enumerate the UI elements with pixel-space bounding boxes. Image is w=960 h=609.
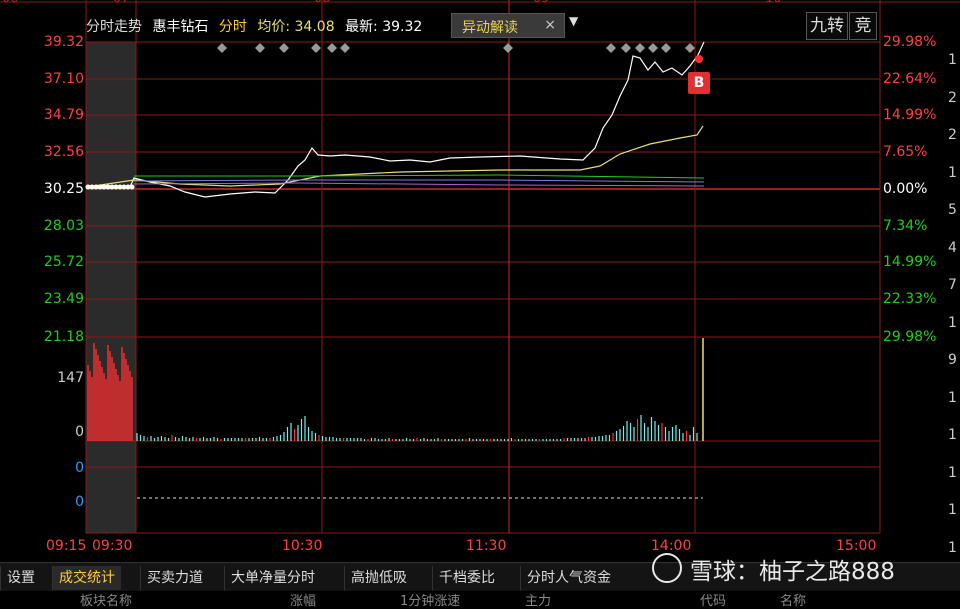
auction-button[interactable]: 竞: [849, 12, 877, 40]
price-tick-label: 37.10: [43, 71, 84, 87]
close-icon[interactable]: ×: [544, 17, 556, 33]
watermark: 雪球：柚子之路888: [652, 552, 895, 586]
top-axis-label: 07: [113, 0, 130, 6]
buy-signal-badge[interactable]: B: [688, 72, 710, 94]
price-tick-label: 39.32: [43, 34, 84, 50]
price-tick-label: 21.18: [43, 329, 84, 345]
table-header-cell: 1分钟涨速: [400, 594, 461, 609]
right-panel-text: 9: [948, 352, 957, 368]
percent-tick-label: 14.99%: [883, 254, 937, 270]
stock-name: 惠丰钻石: [152, 19, 209, 35]
time-tick-label: 09:30: [92, 538, 133, 554]
chevron-down-icon[interactable]: ▼: [569, 14, 578, 28]
percent-tick-label: 7.65%: [883, 144, 928, 160]
event-marker-icon[interactable]: [621, 43, 631, 53]
avg-price-label: 均价: 34.08: [257, 19, 335, 35]
top-axis-label: 08: [314, 0, 331, 6]
current-price-dot: [695, 55, 703, 63]
event-marker-icon[interactable]: [503, 43, 513, 53]
right-panel-text: 1: [948, 464, 957, 481]
ma-line-blue: [133, 179, 705, 183]
event-marker-icon[interactable]: [648, 43, 658, 53]
table-header-cell: 涨幅: [290, 594, 317, 609]
tab-5[interactable]: 千档委比: [432, 566, 501, 590]
top-axis-label: 06: [2, 0, 19, 6]
time-tick-label: 09:15: [46, 538, 87, 554]
view-label[interactable]: 分时走势: [86, 19, 142, 35]
volume-tick-label: 147: [57, 370, 84, 386]
top-axis-label: 09: [533, 0, 550, 6]
tab-1[interactable]: 成交统计: [52, 566, 121, 590]
event-marker-icon[interactable]: [685, 43, 695, 53]
time-tick-label: 11:30: [466, 538, 507, 554]
right-panel-text: 1: [948, 427, 957, 443]
tab-2[interactable]: 买卖力道: [140, 566, 209, 590]
event-marker-icon[interactable]: [661, 43, 671, 53]
indicator-tick-label: 0: [75, 494, 84, 510]
intraday-chart[interactable]: [0, 0, 960, 600]
table-header-cell: 代码: [700, 594, 727, 609]
ma-line-green: [134, 174, 705, 179]
tab-0[interactable]: 设置: [0, 566, 41, 590]
tab-6[interactable]: 分时人气资金: [520, 566, 617, 590]
chart-title-bar: 分时走势 惠丰钻石 分时 均价: 34.08 最新: 39.32: [86, 16, 428, 38]
mode-label[interactable]: 分时: [219, 19, 247, 35]
time-tick-label: 10:30: [282, 538, 323, 554]
jiuzhuan-button[interactable]: 九转: [806, 12, 848, 40]
snowball-logo-icon: [652, 553, 682, 583]
right-panel-text: 2: [948, 89, 957, 106]
percent-tick-label: 22.33%: [883, 291, 937, 307]
auction-dot: [129, 184, 135, 190]
percent-tick-label: 29.98%: [883, 329, 937, 345]
price-tick-label: 28.03: [43, 218, 84, 234]
table-header-cell: 名称: [780, 594, 807, 609]
event-marker-icon[interactable]: [255, 43, 265, 53]
percent-tick-label: 22.64%: [883, 71, 937, 87]
right-panel-text: 1: [948, 539, 957, 556]
indicator-tick-label: 0: [75, 460, 84, 476]
event-marker-icon[interactable]: [311, 43, 321, 53]
price-line: [87, 41, 705, 198]
price-tick-label: 25.72: [43, 254, 84, 270]
percent-tick-label: 0.00%: [883, 181, 928, 197]
right-panel-text: 4: [948, 239, 957, 256]
price-tick-label: 32.56: [43, 144, 84, 160]
right-panel-text: 1: [948, 502, 957, 518]
price-tick-label: 30.25: [43, 181, 84, 197]
event-marker-icon[interactable]: [340, 43, 350, 53]
pre-open-shade: [86, 42, 136, 533]
volume-tick-label: 0: [75, 424, 84, 440]
price-tick-label: 34.79: [43, 107, 84, 123]
event-marker-icon[interactable]: [327, 43, 337, 53]
table-header-cell: 主力: [525, 594, 552, 609]
price-tick-label: 23.49: [43, 291, 84, 307]
event-marker-icon[interactable]: [217, 43, 227, 53]
event-marker-icon[interactable]: [606, 43, 616, 53]
percent-tick-label: 14.99%: [883, 107, 937, 123]
right-panel-text: 1: [948, 389, 957, 406]
tab-4[interactable]: 高抛低吸: [344, 566, 413, 590]
right-panel-text: 7: [948, 277, 957, 293]
percent-tick-label: 29.98%: [883, 34, 937, 50]
right-panel-text: 1: [948, 52, 957, 68]
latest-price-label: 最新: 39.32: [345, 19, 423, 35]
tab-3[interactable]: 大单净量分时: [224, 566, 321, 590]
right-panel-text: 5: [948, 202, 957, 218]
right-panel-text: 2: [948, 127, 957, 143]
event-marker-icon[interactable]: [635, 43, 645, 53]
percent-tick-label: 7.34%: [883, 218, 928, 234]
anomaly-popup[interactable]: 异动解读 ×: [451, 13, 565, 38]
anomaly-popup-title[interactable]: 异动解读: [462, 17, 518, 37]
right-panel-text: 1: [948, 164, 957, 181]
watermark-text: 雪球：柚子之路888: [690, 559, 895, 585]
right-panel-text: 1: [948, 314, 957, 331]
top-axis-label: 10: [765, 0, 782, 6]
table-header-cell: 板块名称: [80, 594, 133, 609]
avg-price-line: [86, 125, 704, 188]
event-marker-icon[interactable]: [279, 43, 289, 53]
